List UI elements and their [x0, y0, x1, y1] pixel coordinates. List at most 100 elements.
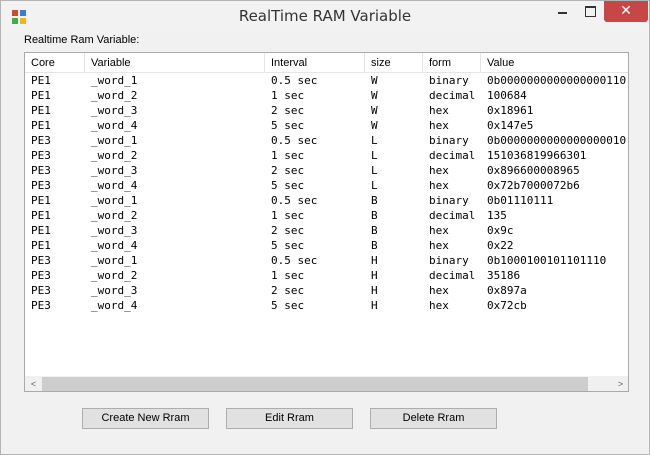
cell-form: hex: [429, 284, 449, 297]
scroll-left-icon[interactable]: <: [25, 376, 42, 391]
table-row[interactable]: PE1 _word_4 5 sec Whex 0x147e5: [25, 118, 628, 133]
table-row[interactable]: PE1 _word_3 2 sec Whex 0x18961: [25, 103, 628, 118]
cell-form: decimal: [429, 149, 476, 162]
cell-size: B: [371, 224, 378, 237]
column-header-interval[interactable]: Interval: [265, 53, 365, 73]
table-row[interactable]: PE3 _word_3 2 sec Lhex 0x896600008965: [25, 163, 628, 178]
table-row[interactable]: PE1 _word_1 0.5 sec Wbinary 0b00000000000000…: [25, 73, 628, 88]
table-row[interactable]: PE3 _word_4 5 sec Hhex 0x72cb: [25, 298, 628, 313]
table-row[interactable]: PE3 _word_3 2 sec Hhex 0x897a: [25, 283, 628, 298]
cell-form: binary: [429, 134, 469, 147]
cell-core: PE1: [31, 209, 51, 222]
cell-variable: _word_2: [91, 209, 138, 222]
column-header-form[interactable]: form: [423, 53, 481, 73]
cell-value: 35186: [487, 269, 521, 282]
table-row[interactable]: PE3 _word_2 1 sec Hdecimal 35186: [25, 268, 628, 283]
title-bar[interactable]: RealTime RAM Variable ✕: [1, 1, 649, 33]
cell-form: hex: [429, 299, 449, 312]
cell-interval: 2 sec: [271, 224, 305, 237]
table-row[interactable]: PE1 _word_4 5 sec Bhex 0x22: [25, 238, 628, 253]
close-icon: ✕: [620, 3, 632, 19]
cell-interval: 1 sec: [271, 209, 305, 222]
cell-variable: _word_1: [91, 134, 138, 147]
cell-form: hex: [429, 224, 449, 237]
cell-size: B: [371, 209, 378, 222]
cell-size: B: [371, 239, 378, 252]
list-header: Core Variable Interval size form Value: [25, 53, 628, 73]
cell-form: decimal: [429, 89, 476, 102]
cell-variable: _word_2: [91, 149, 138, 162]
cell-variable: _word_1: [91, 194, 138, 207]
scroll-right-icon[interactable]: >: [612, 376, 628, 391]
group-label: Realtime Ram Variable:: [24, 34, 140, 46]
column-header-value[interactable]: Value: [481, 53, 628, 73]
table-row[interactable]: PE1 _word_2 1 sec Bdecimal 135: [25, 208, 628, 223]
cell-core: PE1: [31, 104, 51, 117]
table-row[interactable]: PE3 _word_4 5 sec Lhex 0x72b7000072b6: [25, 178, 628, 193]
cell-variable: _word_1: [91, 254, 138, 267]
cell-core: PE3: [31, 254, 51, 267]
table-row[interactable]: PE1 _word_1 0.5 sec Bbinary 0b01110111: [25, 193, 628, 208]
cell-form: hex: [429, 119, 449, 132]
table-row[interactable]: PE3 _word_1 0.5 sec Hbinary 0b10001001011011…: [25, 253, 628, 268]
cell-value: 0b01110111: [487, 194, 554, 207]
cell-core: PE1: [31, 239, 51, 252]
cell-size: H: [371, 254, 378, 267]
cell-interval: 5 sec: [271, 239, 305, 252]
variable-list[interactable]: Core Variable Interval size form Value P…: [24, 52, 629, 392]
maximize-button[interactable]: [577, 1, 603, 22]
cell-variable: _word_3: [91, 104, 138, 117]
edit-rram-button[interactable]: Edit Rram: [226, 408, 353, 429]
cell-value: 0b0000000000000000010: [487, 134, 627, 147]
table-row[interactable]: PE3 _word_2 1 sec Ldecimal 151036819966301: [25, 148, 628, 163]
cell-interval: 1 sec: [271, 89, 305, 102]
cell-core: PE3: [31, 179, 51, 192]
close-button[interactable]: ✕: [604, 1, 648, 22]
cell-size: L: [371, 164, 378, 177]
cell-value: 0x9c: [487, 224, 514, 237]
table-row[interactable]: PE3 _word_1 0.5 sec Lbinary 0b00000000000000…: [25, 133, 628, 148]
app-window: RealTime RAM Variable ✕ Realtime Ram Var…: [0, 0, 650, 455]
scroll-thumb[interactable]: [42, 377, 588, 391]
cell-size: L: [371, 179, 378, 192]
cell-variable: _word_1: [91, 74, 138, 87]
cell-core: PE1: [31, 224, 51, 237]
cell-size: H: [371, 284, 378, 297]
cell-interval: 0.5 sec: [271, 74, 318, 87]
cell-interval: 2 sec: [271, 104, 305, 117]
cell-interval: 5 sec: [271, 119, 305, 132]
horizontal-scrollbar[interactable]: < >: [25, 376, 628, 391]
cell-core: PE1: [31, 74, 51, 87]
minimize-button[interactable]: [549, 1, 576, 22]
column-header-size[interactable]: size: [365, 53, 423, 73]
cell-size: L: [371, 149, 378, 162]
cell-value: 151036819966301: [487, 149, 587, 162]
cell-value: 135: [487, 209, 507, 222]
cell-core: PE3: [31, 134, 51, 147]
cell-value: 0b1000100101101110: [487, 254, 607, 267]
cell-interval: 2 sec: [271, 284, 305, 297]
cell-variable: _word_4: [91, 119, 138, 132]
create-new-rram-button[interactable]: Create New Rram: [82, 408, 209, 429]
cell-form: binary: [429, 194, 469, 207]
cell-size: W: [371, 119, 378, 132]
table-row[interactable]: PE1 _word_2 1 sec Wdecimal 100684: [25, 88, 628, 103]
table-row[interactable]: PE1 _word_3 2 sec Bhex 0x9c: [25, 223, 628, 238]
cell-size: H: [371, 269, 378, 282]
cell-interval: 0.5 sec: [271, 194, 318, 207]
cell-size: W: [371, 74, 378, 87]
column-header-core[interactable]: Core: [25, 53, 85, 73]
delete-rram-button[interactable]: Delete Rram: [370, 408, 497, 429]
cell-core: PE3: [31, 149, 51, 162]
cell-value: 0x18961: [487, 104, 534, 117]
cell-value: 0x72b7000072b6: [487, 179, 580, 192]
cell-core: PE3: [31, 269, 51, 282]
cell-interval: 5 sec: [271, 179, 305, 192]
cell-form: decimal: [429, 269, 476, 282]
cell-form: hex: [429, 179, 449, 192]
cell-form: hex: [429, 239, 449, 252]
column-header-variable[interactable]: Variable: [85, 53, 265, 73]
cell-variable: _word_2: [91, 269, 138, 282]
cell-variable: _word_4: [91, 239, 138, 252]
cell-core: PE3: [31, 299, 51, 312]
